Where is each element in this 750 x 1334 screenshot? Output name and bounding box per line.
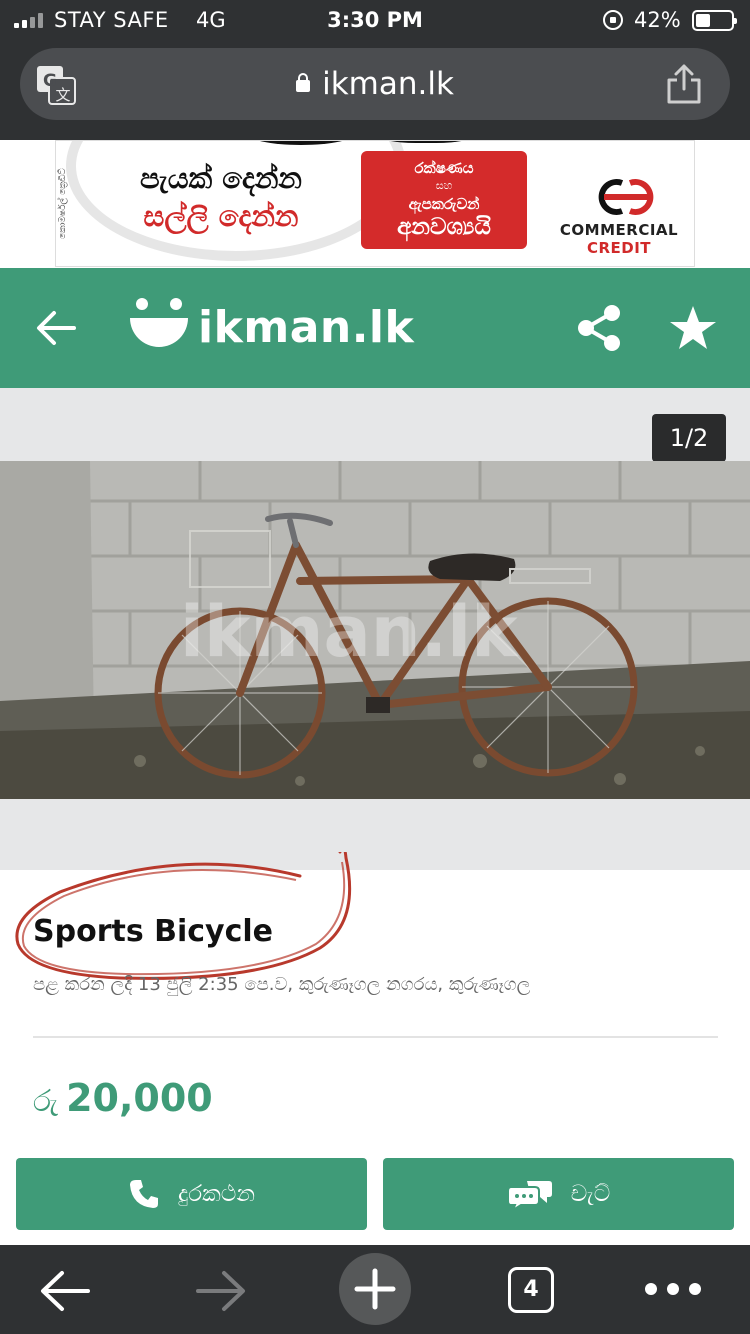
- action-bar: දුරකථන චැට්: [0, 1140, 750, 1245]
- browser-toolbar: 4: [0, 1245, 750, 1334]
- listing-price: රු 20,000: [33, 1076, 213, 1120]
- ad-headline-1: පැයක් දෙන්න: [140, 161, 302, 195]
- divider: [33, 1036, 718, 1038]
- battery-percent: 42%: [634, 8, 681, 32]
- browser-back-icon[interactable]: [38, 1269, 92, 1313]
- chat-button[interactable]: චැට්: [383, 1158, 734, 1230]
- price-value: 20,000: [66, 1076, 213, 1120]
- ad-brand-line-1: COMMERCIAL: [559, 221, 679, 239]
- phone-icon: [129, 1180, 158, 1208]
- browser-address-area: G 文 ikman.lk: [0, 40, 750, 140]
- ad-offer-line-3: ඇපකරුවන්: [408, 195, 480, 213]
- ad-offer-line-2: සහ: [435, 179, 453, 192]
- share-icon[interactable]: [576, 304, 622, 352]
- call-button[interactable]: දුරකථන: [16, 1158, 367, 1230]
- tab-switcher-button[interactable]: 4: [508, 1267, 554, 1313]
- ad-headline-2: සල්ලි දෙන්න: [143, 199, 299, 233]
- photo-watermark: ikman.lk: [180, 591, 518, 673]
- more-options-icon[interactable]: [644, 1281, 702, 1297]
- price-currency: රු: [33, 1084, 59, 1119]
- lock-icon: [296, 73, 311, 92]
- commercial-credit-logo: [598, 179, 654, 215]
- ad-brand-line-2: CREDIT: [586, 239, 652, 257]
- image-counter: 1/2: [652, 414, 726, 462]
- listing-meta: පළ කරන ලදි 13 ජුලි 2:35 පෙ.ව, කුරුණෑගල න…: [33, 974, 531, 995]
- ikman-logo-icon[interactable]: [128, 296, 190, 358]
- brand-name[interactable]: ikman.lk: [198, 302, 414, 353]
- new-tab-button[interactable]: [339, 1253, 411, 1325]
- ad-banner[interactable]: කොමර්ෂල් ක්‍රෙඩිට් පැයක් දෙන්න සල්ලි දෙන…: [55, 140, 695, 267]
- ad-offer-line-4: අනවශ්‍යයි: [397, 214, 491, 240]
- rotation-lock-icon: [603, 10, 623, 30]
- ad-offer-box: රක්ෂණය සහ ඇපකරුවන් අනවශ්‍යයි: [361, 151, 527, 249]
- battery-icon: [692, 10, 737, 31]
- status-bar: STAY SAFE 4G 3:30 PM 42%: [0, 0, 750, 40]
- url-text: ikman.lk: [322, 66, 454, 102]
- listing-details: Sports Bicycle පළ කරන ලදි 13 ජුලි 2:35 ප…: [0, 852, 750, 1160]
- ad-vertical-text: කොමර්ෂල් ක්‍රෙඩිට්: [58, 168, 68, 240]
- chat-icon: [506, 1181, 552, 1210]
- back-arrow-icon[interactable]: [36, 308, 76, 348]
- call-button-label: දුරකථන: [177, 1181, 256, 1207]
- app-header: ikman.lk: [0, 268, 750, 388]
- url-display[interactable]: ikman.lk: [20, 66, 730, 102]
- listing-photo[interactable]: ikman.lk: [0, 461, 750, 799]
- favorite-star-icon[interactable]: [668, 304, 718, 352]
- plus-icon: [354, 1268, 396, 1310]
- ad-offer-line-1: රක්ෂණය: [414, 159, 474, 177]
- image-gallery[interactable]: 1/2 ikman.lk: [0, 388, 750, 870]
- browser-forward-icon[interactable]: [194, 1269, 248, 1313]
- advertisement-area: කොමර්ෂල් ක්‍රෙඩිට් පැයක් දෙන්න සල්ලි දෙන…: [0, 140, 750, 268]
- address-bar[interactable]: G 文 ikman.lk: [20, 48, 730, 120]
- chat-button-label: චැට්: [570, 1181, 611, 1207]
- share-icon[interactable]: [664, 63, 704, 105]
